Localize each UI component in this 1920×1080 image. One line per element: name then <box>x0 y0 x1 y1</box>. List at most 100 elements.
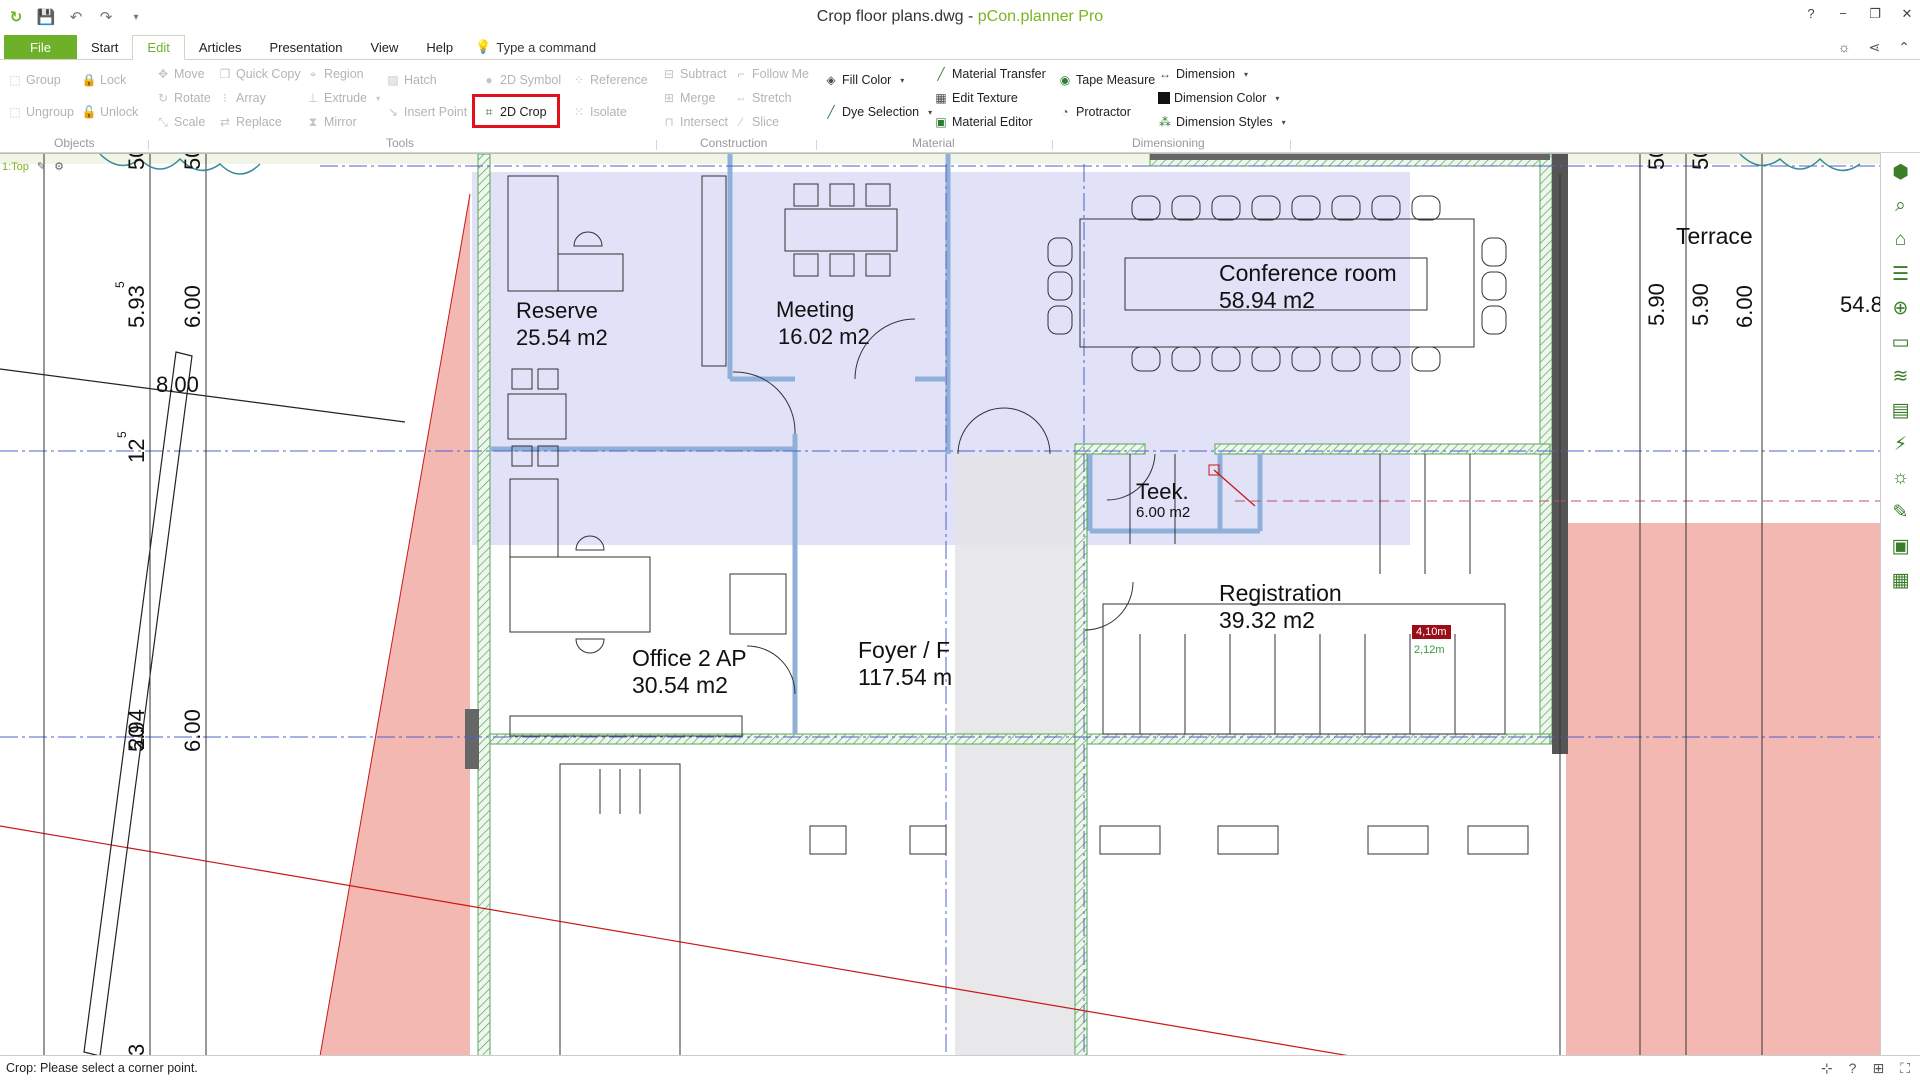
sun-icon[interactable]: ☼ <box>1886 463 1916 493</box>
reference-button[interactable]: ⁘ Reference <box>572 70 648 90</box>
redo-icon[interactable]: ↷ <box>96 7 116 27</box>
box-icon[interactable]: ▭ <box>1886 327 1916 357</box>
dye-selection-button[interactable]: ╱ Dye Selection ▾ <box>824 102 937 122</box>
fullscreen-icon[interactable]: ⛶ <box>1900 1060 1910 1077</box>
collapse-ribbon-icon[interactable]: ⌃ <box>1898 39 1910 56</box>
sun-settings-icon[interactable]: ☼ <box>1838 39 1851 56</box>
customize-icon[interactable]: ▾ <box>126 7 146 27</box>
scale-icon: ⤡ <box>158 114 168 129</box>
furniture-icon[interactable]: ⌂ <box>1886 225 1916 255</box>
intersect-button[interactable]: ⊓ Intersect <box>662 112 728 132</box>
material-editor-button[interactable]: ▣ Material Editor <box>934 112 1032 132</box>
globe-search-icon[interactable]: ⊕ <box>1886 293 1916 323</box>
undo-icon[interactable]: ↶ <box>66 7 86 27</box>
command-placeholder: Type a command <box>496 39 597 55</box>
insert-point-icon: ↘ <box>387 105 399 119</box>
slice-button[interactable]: ⁄ Slice <box>734 112 779 132</box>
replace-button[interactable]: ⇄ Replace <box>218 112 282 132</box>
catalog-search-icon[interactable]: ⌕ <box>1886 191 1916 221</box>
tape-measure-button[interactable]: ◉ Tape Measure <box>1058 70 1155 90</box>
layout-icon[interactable]: ⊞ <box>1872 1060 1884 1077</box>
hatch-button[interactable]: ▨ Hatch <box>386 70 436 90</box>
svg-text:50: 50 <box>180 154 205 170</box>
material-icon[interactable]: ▤ <box>1886 395 1916 425</box>
lock-button[interactable]: 🔒 Lock <box>81 70 127 90</box>
drawing-viewport[interactable]: Reserve 25.54 m2 Meeting 16.02 m2 Confer… <box>0 153 1880 1055</box>
quick-copy-button[interactable]: ❐ Quick Copy <box>218 64 301 84</box>
group-label-dimensioning: Dimensioning <box>1132 136 1205 150</box>
protractor-button[interactable]: ◔ Protractor <box>1058 102 1131 122</box>
brush-icon[interactable]: ✎ <box>1886 497 1916 527</box>
group-label-tools: Tools <box>386 136 415 150</box>
subtract-button[interactable]: ⊟ Subtract <box>662 64 727 84</box>
view-label[interactable]: 1:Top ✎ ⚙ <box>2 160 64 174</box>
tab-presentation[interactable]: Presentation <box>255 35 356 59</box>
move-button[interactable]: ✥ Move <box>156 64 205 84</box>
dimension-button[interactable]: ↔ Dimension ▾ <box>1158 64 1253 84</box>
lighting-icon[interactable]: ⚡ <box>1886 429 1916 459</box>
tab-help[interactable]: Help <box>412 35 467 59</box>
save-icon[interactable]: 💾 <box>36 7 56 27</box>
status-bar: Crop: Please select a corner point. ⊹ ? … <box>0 1055 1920 1080</box>
material-transfer-button[interactable]: ╱ Material Transfer <box>934 64 1045 84</box>
view-settings-icon[interactable]: ⚙ <box>54 160 64 173</box>
list-icon[interactable]: ☰ <box>1886 259 1916 289</box>
unlock-button[interactable]: 🔓 Unlock <box>81 102 139 122</box>
view-name[interactable]: 1:Top <box>2 161 29 173</box>
texture-icon: ▦ <box>935 91 947 105</box>
crop-selection-region <box>472 172 1410 545</box>
tab-start[interactable]: Start <box>77 35 132 59</box>
copy-icon: ❐ <box>219 67 231 81</box>
minimize-button[interactable]: − <box>1836 6 1850 22</box>
dimension-styles-button[interactable]: ⁂ Dimension Styles ▾ <box>1158 112 1291 132</box>
dimension-color-button[interactable]: Dimension Color ▾ <box>1158 88 1284 108</box>
app-logo-icon[interactable]: ↻ <box>6 7 26 27</box>
red-area-right <box>1566 523 1880 1055</box>
svg-text:50: 50 <box>1644 154 1669 170</box>
share-icon[interactable]: ⋖ <box>1869 39 1881 56</box>
unlock-icon: 🔓 <box>81 105 97 119</box>
live-dimension-secondary: 2,12m <box>1414 644 1445 656</box>
tab-file[interactable]: File <box>4 35 77 59</box>
fill-color-button[interactable]: ◈ Fill Color ▾ <box>824 70 909 90</box>
cube-icon[interactable]: ⬢ <box>1886 157 1916 187</box>
image-icon[interactable]: ▣ <box>1886 531 1916 561</box>
edit-texture-button[interactable]: ▦ Edit Texture <box>934 88 1017 108</box>
ungroup-button[interactable]: ⬚ Ungroup <box>8 102 74 122</box>
2d-symbol-button[interactable]: ● 2D Symbol <box>482 70 561 90</box>
properties-icon[interactable]: ▦ <box>1886 565 1916 595</box>
lock-icon: 🔒 <box>81 73 97 87</box>
close-button[interactable]: ✕ <box>1900 6 1914 22</box>
svg-text:5: 5 <box>115 431 129 438</box>
room-area-reserve: 25.54 m2 <box>516 325 608 350</box>
svg-text:5.93: 5.93 <box>124 285 149 328</box>
svg-text:8.00: 8.00 <box>156 372 199 397</box>
corridor-area <box>955 454 1075 1055</box>
pencil-icon[interactable]: ✎ <box>37 160 46 173</box>
insert-point-button[interactable]: ↘ Insert Point <box>386 102 467 122</box>
snap-icon[interactable]: ⊹ <box>1821 1060 1833 1077</box>
room-name-terrace: Terrace <box>1676 223 1753 249</box>
layers-icon[interactable]: ≋ <box>1886 361 1916 391</box>
follow-me-button[interactable]: ⌐ Follow Me <box>734 64 808 84</box>
merge-button[interactable]: ⊞ Merge <box>662 88 715 108</box>
group-button[interactable]: ⬚ Group <box>8 70 60 90</box>
help-cursor-icon[interactable]: ? <box>1849 1060 1857 1077</box>
region-button[interactable]: ⌖ Region <box>306 64 364 84</box>
isolate-button[interactable]: ⁙ Isolate <box>572 102 627 122</box>
rotate-button[interactable]: ↻ Rotate <box>156 88 211 108</box>
lightbulb-icon: 💡 <box>475 39 492 54</box>
floor-plan-drawing[interactable]: Reserve 25.54 m2 Meeting 16.02 m2 Confer… <box>0 154 1880 1055</box>
tab-view[interactable]: View <box>356 35 412 59</box>
eyedropper-icon: ╱ <box>937 67 945 81</box>
extrude-button[interactable]: ⊥ Extrude ▾ <box>306 88 385 108</box>
array-button[interactable]: ⁝ Array <box>218 88 266 108</box>
help-icon[interactable]: ? <box>1804 6 1818 22</box>
tab-edit[interactable]: Edit <box>132 35 185 60</box>
stretch-button[interactable]: ⇔ Stretch <box>734 88 792 108</box>
mirror-button[interactable]: ⧗ Mirror <box>306 112 357 132</box>
command-search[interactable]: 💡 Type a command <box>475 35 596 59</box>
tab-articles[interactable]: Articles <box>185 35 256 59</box>
restore-button[interactable]: ❐ <box>1868 6 1882 22</box>
scale-button[interactable]: ⤡ Scale <box>156 112 205 132</box>
